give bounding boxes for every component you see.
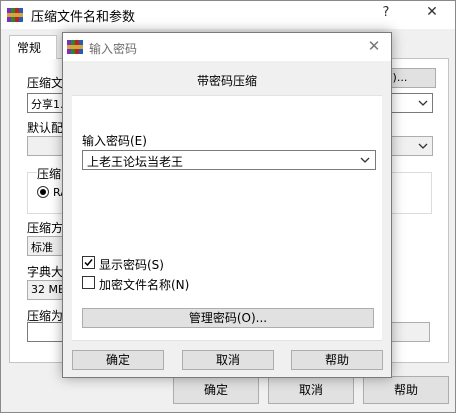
winrar-books-icon: [7, 8, 23, 22]
password-help-button[interactable]: 帮助: [291, 350, 383, 370]
tab-general[interactable]: 常规: [9, 35, 57, 59]
cancel-button[interactable]: 取消: [268, 376, 354, 404]
format-rar-radio[interactable]: [37, 186, 49, 198]
encrypt-filenames-checkbox[interactable]: [82, 276, 95, 289]
back-window-title: 压缩文件名和参数: [31, 10, 136, 25]
password-dialog-title: 输入密码: [89, 42, 138, 56]
help-button[interactable]: 帮助: [363, 376, 449, 404]
help-icon[interactable]: ?: [379, 5, 393, 20]
password-dialog: 输入密码 ✕ 带密码压缩 输入密码(E) 上老王论坛当老王 显示密码(S) 加密…: [62, 32, 392, 378]
password-input[interactable]: 上老王论坛当老王: [82, 150, 376, 170]
password-label: 输入密码(E): [82, 134, 147, 148]
back-title-bar: 压缩文件名和参数 ? ✕: [1, 1, 455, 29]
password-dialog-body: 输入密码(E) 上老王论坛当老王 显示密码(S) 加密文件名称(N) 管理密码(…: [72, 95, 382, 341]
chevron-down-icon[interactable]: [418, 98, 428, 108]
show-password-label: 显示密码(S): [99, 258, 164, 272]
encrypt-filenames-label: 加密文件名称(N): [99, 278, 190, 292]
show-password-checkbox[interactable]: [82, 256, 95, 269]
winrar-books-icon: [67, 40, 83, 54]
compress-method-select[interactable]: 标准: [27, 236, 67, 256]
close-icon[interactable]: ✕: [425, 4, 439, 20]
chevron-down-icon[interactable]: [360, 155, 370, 165]
split-volumes-input[interactable]: [27, 322, 67, 342]
close-icon[interactable]: ✕: [367, 37, 381, 55]
manage-passwords-button[interactable]: 管理密码(O)...: [82, 308, 374, 328]
ok-button[interactable]: 确定: [173, 376, 259, 404]
password-cancel-button[interactable]: 取消: [182, 350, 274, 370]
password-dialog-title-bar: 输入密码 ✕: [63, 33, 391, 61]
password-ok-button[interactable]: 确定: [72, 350, 164, 370]
checkmark-icon: [84, 259, 93, 267]
chevron-down-icon[interactable]: [418, 141, 428, 151]
dictionary-size-select[interactable]: 32 MB: [27, 280, 67, 300]
password-dialog-heading: 带密码压缩: [196, 74, 257, 88]
